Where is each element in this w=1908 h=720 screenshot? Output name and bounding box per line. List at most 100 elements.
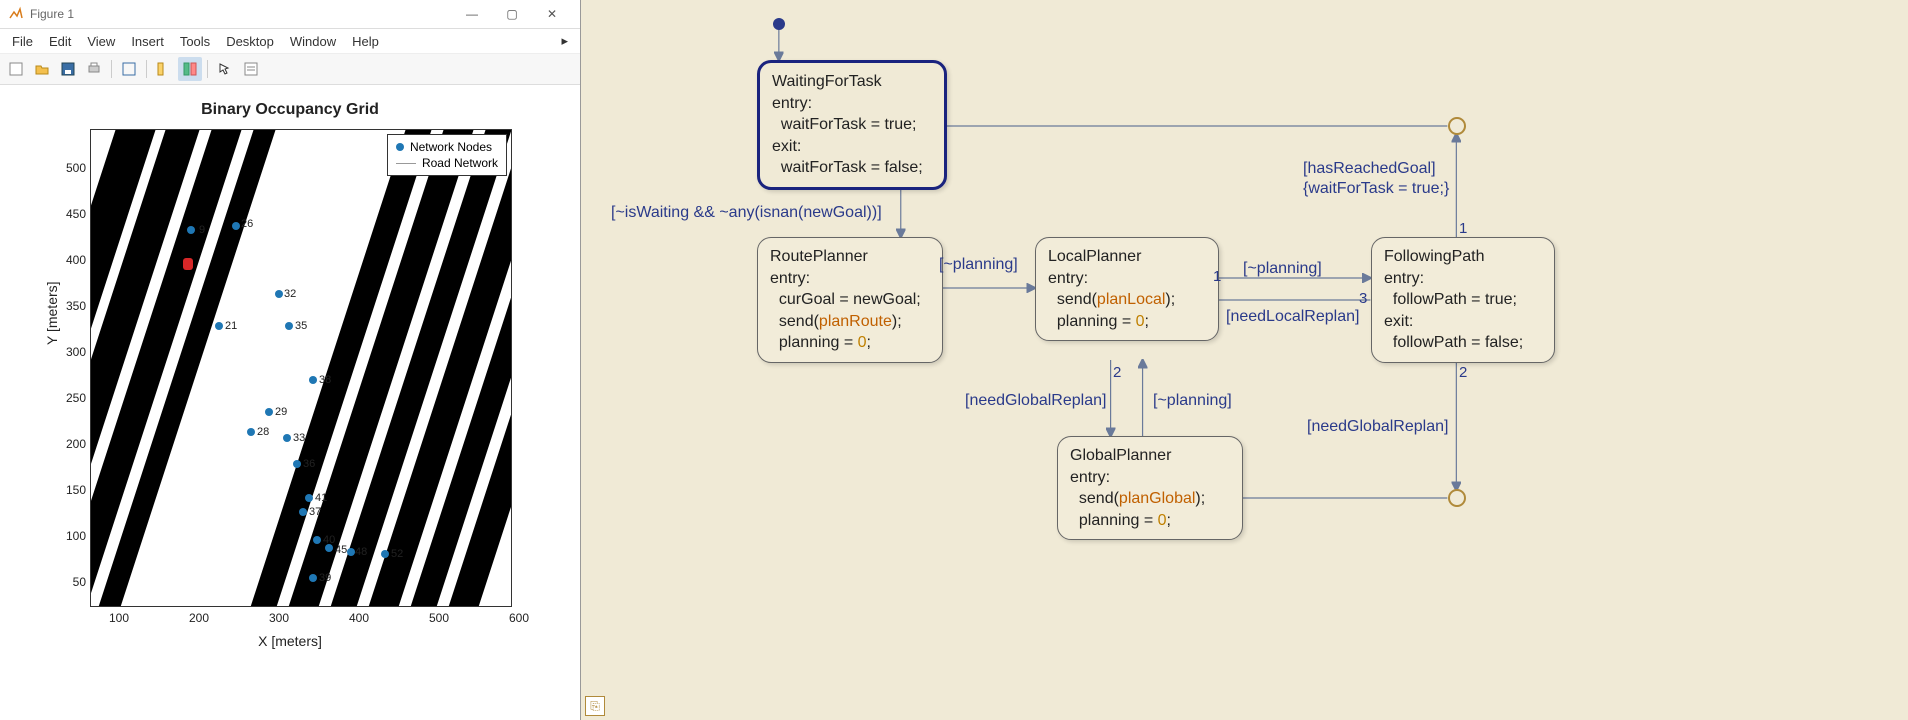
pointer-icon[interactable]	[213, 57, 237, 81]
transition-local-need-global-replan[interactable]: [needGlobalReplan]	[965, 392, 1106, 410]
state-line: planning = 0;	[770, 332, 930, 354]
state-line: curGoal = newGoal;	[770, 289, 930, 311]
transition-global-to-local[interactable]: [~planning]	[1153, 392, 1232, 410]
xtick: 600	[504, 611, 534, 625]
plot-legend[interactable]: Network Nodes Road Network	[387, 134, 507, 176]
node-label: 33	[293, 432, 305, 444]
transition-wait-to-route[interactable]: [~isWaiting && ~any(isnan(newGoal))]	[611, 204, 882, 222]
menu-view[interactable]: View	[79, 32, 123, 51]
legend-line-icon	[396, 163, 416, 164]
y-axis-label: Y [meters]	[44, 281, 60, 345]
close-button[interactable]: ✕	[532, 0, 572, 28]
legend-marker-icon	[396, 143, 404, 151]
transition-priority: 2	[1113, 364, 1121, 381]
link-plot-icon[interactable]	[117, 57, 141, 81]
state-line: send(planRoute);	[770, 311, 930, 333]
state-local-planner[interactable]: LocalPlanner entry: send(planLocal); pla…	[1035, 237, 1219, 341]
transition-has-reached-goal-action[interactable]: {waitForTask = true;}	[1303, 180, 1449, 198]
node-label: 21	[225, 320, 237, 332]
node-label: 41	[315, 492, 327, 504]
state-line: planning = 0;	[1070, 510, 1230, 532]
menu-edit[interactable]: Edit	[41, 32, 79, 51]
ytick: 400	[62, 253, 86, 267]
state-title: LocalPlanner	[1048, 246, 1206, 268]
state-entry-kw: entry:	[1048, 268, 1206, 290]
network-node	[265, 408, 273, 416]
xtick: 100	[104, 611, 134, 625]
plot-area[interactable]: Binary Occupancy Grid Y [meters] X [mete…	[0, 85, 580, 720]
state-entry-kw: entry:	[770, 268, 930, 290]
matlab-figure-window: Figure 1 — ▢ ✕ File Edit View Insert Too…	[0, 0, 581, 720]
state-following-path[interactable]: FollowingPath entry: followPath = true; …	[1371, 237, 1555, 363]
network-node	[347, 548, 355, 556]
occupancy-grid-image	[91, 130, 511, 606]
menu-bar: File Edit View Insert Tools Desktop Wind…	[0, 29, 580, 54]
xtick: 400	[344, 611, 374, 625]
transition-junction[interactable]	[1448, 489, 1466, 507]
menu-window[interactable]: Window	[282, 32, 344, 51]
save-icon[interactable]	[56, 57, 80, 81]
node-label: 9	[199, 224, 205, 236]
node-label: 26	[241, 218, 253, 230]
brush-icon[interactable]	[178, 57, 202, 81]
ytick: 450	[62, 207, 86, 221]
transition-follow-to-local[interactable]: [needLocalReplan]	[1226, 308, 1359, 326]
node-label: 48	[355, 546, 367, 558]
plot-title: Binary Occupancy Grid	[0, 101, 580, 119]
state-line: send(planLocal);	[1048, 289, 1206, 311]
network-node	[325, 544, 333, 552]
transition-follow-need-global-replan[interactable]: [needGlobalReplan]	[1307, 418, 1448, 436]
maximize-button[interactable]: ▢	[492, 0, 532, 28]
minimize-button[interactable]: —	[452, 0, 492, 28]
menu-help[interactable]: Help	[344, 32, 387, 51]
ytick: 100	[62, 529, 86, 543]
state-line: followPath = true;	[1384, 289, 1542, 311]
node-label: 36	[303, 458, 315, 470]
print-icon[interactable]	[82, 57, 106, 81]
state-entry-body: waitForTask = true;	[772, 114, 932, 136]
chart-badge-icon[interactable]: ⎘	[585, 696, 605, 716]
menu-tools[interactable]: Tools	[172, 32, 218, 51]
transition-has-reached-goal[interactable]: [hasReachedGoal]	[1303, 160, 1436, 178]
network-node	[305, 494, 313, 502]
state-entry-kw: entry:	[1384, 268, 1542, 290]
menu-desktop[interactable]: Desktop	[218, 32, 282, 51]
ytick: 300	[62, 345, 86, 359]
state-title: RoutePlanner	[770, 246, 930, 268]
xtick: 200	[184, 611, 214, 625]
menu-more-icon[interactable]: ▸	[553, 31, 576, 51]
node-label: 28	[257, 426, 269, 438]
legend-nodes: Network Nodes	[410, 140, 492, 154]
open-icon[interactable]	[30, 57, 54, 81]
network-node	[283, 434, 291, 442]
ytick: 200	[62, 437, 86, 451]
menu-insert[interactable]: Insert	[123, 32, 172, 51]
node-label: 32	[284, 288, 296, 300]
plot-axes[interactable]: 9 26 21 32 35 38 29 28 33 36 4	[90, 129, 512, 607]
network-node	[232, 222, 240, 230]
state-global-planner[interactable]: GlobalPlanner entry: send(planGlobal); p…	[1057, 436, 1243, 540]
network-node	[187, 226, 195, 234]
vehicle-marker	[183, 258, 193, 270]
xtick: 500	[424, 611, 454, 625]
window-titlebar[interactable]: Figure 1 — ▢ ✕	[0, 0, 580, 29]
data-cursor-icon[interactable]	[152, 57, 176, 81]
network-node	[309, 574, 317, 582]
menu-file[interactable]: File	[4, 32, 41, 51]
state-route-planner[interactable]: RoutePlanner entry: curGoal = newGoal; s…	[757, 237, 943, 363]
transition-local-to-follow[interactable]: [~planning]	[1243, 260, 1322, 278]
network-node	[381, 550, 389, 558]
network-node	[293, 460, 301, 468]
figure-toolbar	[0, 54, 580, 85]
state-waiting-for-task[interactable]: WaitingForTask entry: waitForTask = true…	[757, 60, 947, 190]
new-figure-icon[interactable]	[4, 57, 28, 81]
node-label: 52	[391, 548, 403, 560]
transition-route-to-local[interactable]: [~planning]	[939, 256, 1018, 274]
transition-junction[interactable]	[1448, 117, 1466, 135]
transition-priority: 1	[1459, 220, 1467, 237]
insert-legend-icon[interactable]	[239, 57, 263, 81]
network-node	[299, 508, 307, 516]
matlab-icon	[8, 6, 24, 22]
network-node	[215, 322, 223, 330]
stateflow-canvas[interactable]: WaitingForTask entry: waitForTask = true…	[581, 0, 1908, 720]
